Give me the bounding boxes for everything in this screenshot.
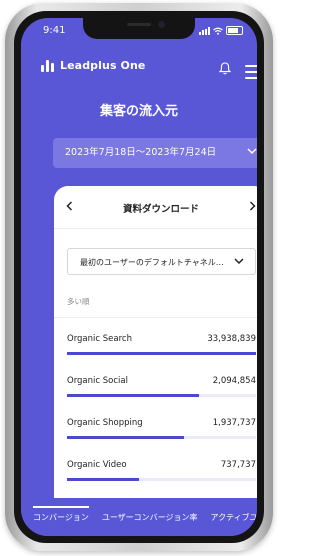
- progress-track: [67, 352, 256, 355]
- wifi-icon: [213, 27, 223, 35]
- front-camera: [158, 21, 165, 28]
- phone-frame: 9:41 Leadplus One 集客の流入元 2023年7月18日〜2023…: [5, 3, 273, 551]
- logo-mark-icon: [41, 58, 54, 72]
- date-range-selector[interactable]: 2023年7月18日〜2023年7月24日: [53, 138, 257, 168]
- channel-name: Organic Social: [67, 376, 128, 386]
- hamburger-menu-icon[interactable]: [245, 65, 257, 83]
- chevron-down-icon: [247, 148, 257, 155]
- channel-value: 2,094,854: [212, 376, 256, 386]
- tab-conversion[interactable]: コンバージョン: [33, 505, 89, 523]
- chevron-down-icon: [234, 258, 244, 265]
- bottom-tab-bar: コンバージョン ユーザーコンバージョン率 アクティブユー: [21, 498, 257, 536]
- logo-text: Leadplus One: [60, 58, 146, 72]
- speaker-grille: [127, 23, 151, 26]
- report-card: 資料ダウンロード 最初のユーザーのデフォルトチャネル… 多い順 Organic …: [54, 186, 257, 506]
- progress-fill: [67, 478, 139, 481]
- status-time: 9:41: [43, 25, 66, 36]
- divider: [54, 317, 257, 318]
- list-item[interactable]: Organic Video 737,737: [67, 460, 256, 502]
- progress-fill: [67, 436, 185, 439]
- app-logo[interactable]: Leadplus One: [41, 58, 145, 72]
- page-title: 集客の流入元: [99, 104, 178, 119]
- channel-value: 33,938,839: [207, 334, 256, 344]
- chevron-right-icon[interactable]: [249, 201, 256, 211]
- list-item[interactable]: Organic Search 33,938,839: [67, 334, 256, 376]
- signal-icon: [199, 27, 210, 35]
- sort-label[interactable]: 多い順: [67, 296, 90, 307]
- card-title: 資料ダウンロード: [122, 204, 199, 215]
- progress-track: [67, 436, 256, 439]
- app-screen: 9:41 Leadplus One 集客の流入元 2023年7月18日〜2023…: [21, 18, 257, 536]
- progress-track: [67, 478, 256, 481]
- channel-name: Organic Search: [67, 334, 132, 344]
- progress-fill: [67, 394, 200, 397]
- phone-bezel: 9:41 Leadplus One 集客の流入元 2023年7月18日〜2023…: [14, 11, 264, 543]
- channel-dropdown-value: 最初のユーザーのデフォルトチャネル…: [80, 258, 224, 267]
- progress-track: [67, 394, 256, 397]
- channel-value: 1,937,737: [212, 418, 256, 428]
- channel-list: Organic Search 33,938,839 Organic Social…: [67, 334, 256, 502]
- bell-icon[interactable]: [219, 62, 231, 75]
- phone-notch: [83, 18, 195, 39]
- channel-dropdown[interactable]: 最初のユーザーのデフォルトチャネル…: [67, 248, 256, 275]
- progress-fill: [67, 352, 256, 355]
- channel-value: 737,737: [220, 460, 256, 470]
- date-range-label: 2023年7月18日〜2023年7月24日: [65, 147, 217, 158]
- list-item[interactable]: Organic Social 2,094,854: [67, 376, 256, 418]
- channel-name: Organic Video: [67, 460, 127, 470]
- list-item[interactable]: Organic Shopping 1,937,737: [67, 418, 256, 460]
- tab-active-users[interactable]: アクティブユー: [211, 512, 257, 523]
- tab-user-conversion-rate[interactable]: ユーザーコンバージョン率: [102, 512, 198, 523]
- battery-icon: [226, 26, 243, 35]
- channel-name: Organic Shopping: [67, 418, 143, 428]
- card-header: 資料ダウンロード: [54, 186, 257, 229]
- status-icons: [199, 26, 243, 35]
